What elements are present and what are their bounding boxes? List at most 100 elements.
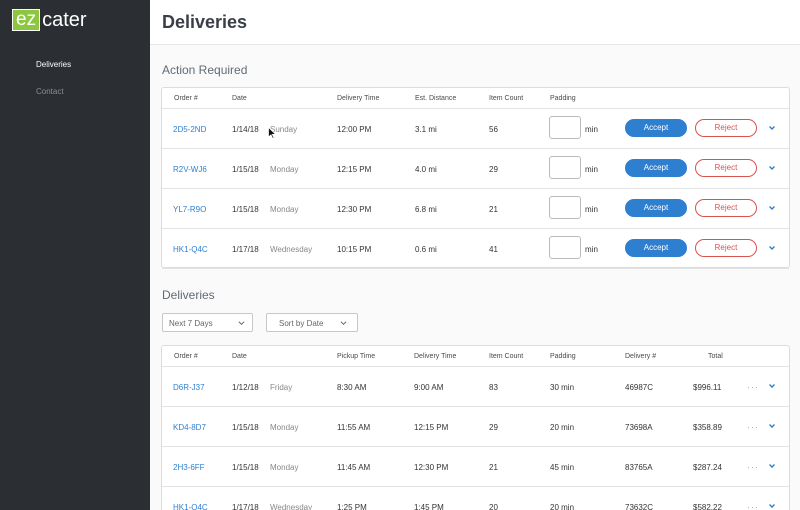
est-distance: 6.8 mi <box>415 205 437 214</box>
more-icon[interactable]: ··· <box>747 422 759 432</box>
padding-unit: min <box>585 125 598 134</box>
order-number-link[interactable]: R2V-WJ6 <box>173 165 207 174</box>
page-header: Deliveries <box>150 0 800 45</box>
order-number-link[interactable]: YL7-R9O <box>173 205 206 214</box>
chevron-down-icon[interactable] <box>768 124 776 132</box>
header-order: Order # <box>174 353 198 360</box>
chevron-down-icon[interactable] <box>768 382 776 390</box>
sort-select[interactable]: Sort by Date <box>266 313 358 332</box>
padding-value: 20 min <box>550 423 575 432</box>
reject-button[interactable]: Reject <box>695 119 757 137</box>
deliveries-table: Order # Date Pickup Time Delivery Time I… <box>161 345 790 510</box>
delivery-time: 12:00 PM <box>337 125 372 134</box>
delivery-time: 12:30 PM <box>414 463 449 472</box>
table-row: YL7-R9O 1/15/18 Monday 12:30 PM 6.8 mi 21 min A… <box>162 189 789 229</box>
ezcater-logo[interactable]: ez cater <box>12 9 87 31</box>
delivery-time: 9:00 AM <box>414 383 444 392</box>
header-total: Total <box>708 353 723 360</box>
order-day: Friday <box>270 383 293 392</box>
order-number-link[interactable]: 2D5-2ND <box>173 125 206 134</box>
sidebar-item-deliveries[interactable]: Deliveries <box>36 60 71 69</box>
reject-button[interactable]: Reject <box>695 199 757 217</box>
order-number-link[interactable]: HK1-Q4C <box>173 245 208 254</box>
table-row: KD4-8D7 1/15/18 Monday 11:55 AM 12:15 PM 29 20… <box>162 407 789 447</box>
main-content: Deliveries Action Required Order # Date … <box>150 0 800 510</box>
table-row: HK1-Q4C 1/17/18 Wednesday 1:25 PM 1:45 PM 20 2… <box>162 487 789 510</box>
delivery-number: 83765A <box>625 463 653 472</box>
pickup-time: 8:30 AM <box>337 383 367 392</box>
reject-button[interactable]: Reject <box>695 239 757 257</box>
more-icon[interactable]: ··· <box>747 462 759 472</box>
header-delivery-time: Delivery Time <box>414 353 457 360</box>
order-day: Monday <box>270 423 299 432</box>
delivery-time: 12:30 PM <box>337 205 372 214</box>
reject-button[interactable]: Reject <box>695 159 757 177</box>
order-total: $996.11 <box>693 383 722 392</box>
chevron-down-icon[interactable] <box>768 204 776 212</box>
delivery-number: 73698A <box>625 423 653 432</box>
table-row: R2V-WJ6 1/15/18 Monday 12:15 PM 4.0 mi 29 min A… <box>162 149 789 189</box>
header-padding: Padding <box>550 353 576 360</box>
delivery-time: 12:15 PM <box>337 165 372 174</box>
order-day: Wednesday <box>270 245 313 254</box>
more-icon[interactable]: ··· <box>747 502 759 510</box>
header-pickup-time: Pickup Time <box>337 353 376 360</box>
delivery-number: 46987C <box>625 383 654 392</box>
est-distance: 4.0 mi <box>415 165 437 174</box>
deliveries-section-title: Deliveries <box>162 288 215 302</box>
padding-input[interactable] <box>549 116 581 139</box>
est-distance: 3.1 mi <box>415 125 437 134</box>
action-required-title: Action Required <box>162 63 248 77</box>
order-number-link[interactable]: HK1-Q4C <box>173 503 208 510</box>
order-total: $287.24 <box>693 463 722 472</box>
item-count: 41 <box>489 245 498 254</box>
item-count: 20 <box>489 503 498 510</box>
header-est-distance: Est. Distance <box>415 95 457 102</box>
order-date: 1/15/18 <box>232 165 259 174</box>
order-date: 1/15/18 <box>232 423 259 432</box>
order-number-link[interactable]: 2H3-6FF <box>173 463 205 472</box>
accept-button[interactable]: Accept <box>625 199 687 217</box>
chevron-down-icon[interactable] <box>768 164 776 172</box>
date-range-select[interactable]: Next 7 Days <box>162 313 253 332</box>
delivery-number: 73632C <box>625 503 654 510</box>
order-day: Monday <box>270 463 299 472</box>
chevron-down-icon[interactable] <box>768 422 776 430</box>
padding-input[interactable] <box>549 236 581 259</box>
table-header: Order # Date Delivery Time Est. Distance… <box>162 88 789 109</box>
more-icon[interactable]: ··· <box>747 382 759 392</box>
order-total: $582.22 <box>693 503 722 510</box>
accept-button[interactable]: Accept <box>625 119 687 137</box>
header-date: Date <box>232 353 247 360</box>
header-order: Order # <box>174 95 198 102</box>
padding-value: 20 min <box>550 503 575 510</box>
est-distance: 0.6 mi <box>415 245 437 254</box>
item-count: 21 <box>489 205 498 214</box>
padding-input[interactable] <box>549 156 581 179</box>
header-delivery-time: Delivery Time <box>337 95 380 102</box>
pickup-time: 11:55 AM <box>337 423 371 432</box>
order-number-link[interactable]: D6R-J37 <box>173 383 205 392</box>
order-day: Wednesday <box>270 503 313 510</box>
padding-value: 45 min <box>550 463 575 472</box>
sidebar-item-contact[interactable]: Contact <box>36 87 64 96</box>
chevron-down-icon[interactable] <box>768 244 776 252</box>
header-delivery-number: Delivery # <box>625 353 657 360</box>
item-count: 56 <box>489 125 498 134</box>
padding-input[interactable] <box>549 196 581 219</box>
order-number-link[interactable]: KD4-8D7 <box>173 423 206 432</box>
chevron-down-icon <box>238 321 245 326</box>
delivery-time: 1:45 PM <box>414 503 444 510</box>
accept-button[interactable]: Accept <box>625 159 687 177</box>
order-day: Monday <box>270 165 299 174</box>
sort-value: Sort by Date <box>279 319 324 328</box>
accept-button[interactable]: Accept <box>625 239 687 257</box>
chevron-down-icon[interactable] <box>768 462 776 470</box>
order-date: 1/15/18 <box>232 463 259 472</box>
mouse-cursor-icon <box>268 127 276 139</box>
logo-cater: cater <box>42 9 87 31</box>
table-row: 2D5-2ND 1/14/18 Sunday 12:00 PM 3.1 mi 56 min A… <box>162 109 789 149</box>
chevron-down-icon[interactable] <box>768 502 776 510</box>
order-date: 1/17/18 <box>232 245 259 254</box>
sidebar: ez cater Deliveries Contact <box>0 0 150 510</box>
